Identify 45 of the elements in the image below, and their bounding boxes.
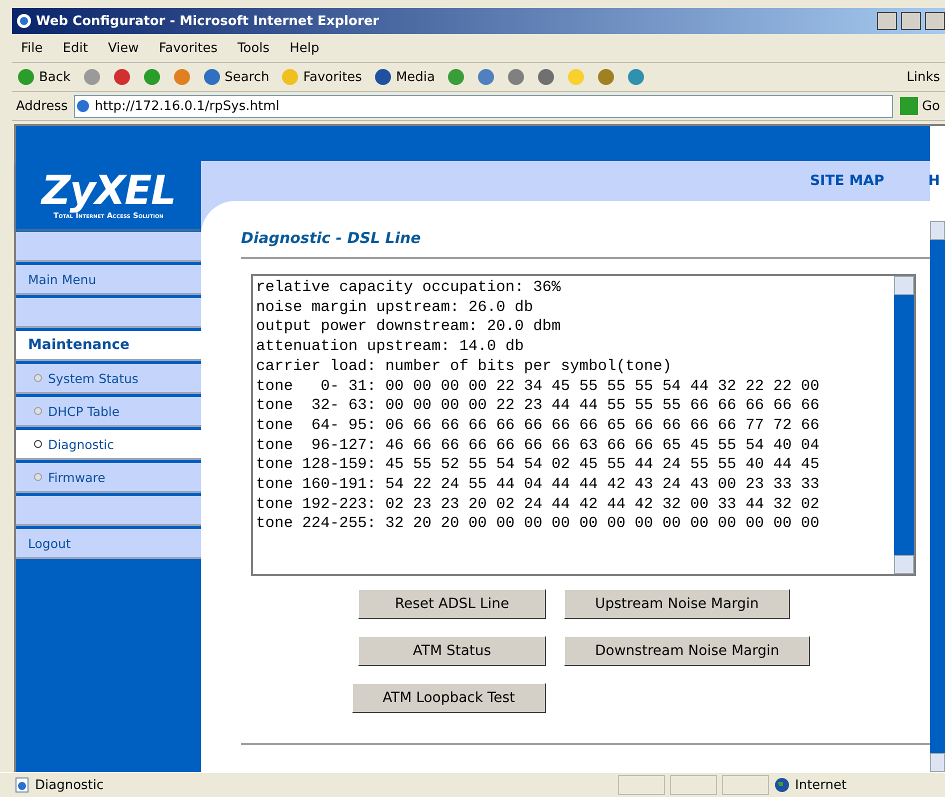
menu-item[interactable]: Help — [280, 40, 328, 56]
status-pane — [722, 775, 769, 795]
page-icon — [74, 98, 91, 114]
page-icon — [14, 777, 30, 793]
page-title: Diagnostic - DSL Line — [241, 229, 930, 259]
go-button[interactable]: Go — [894, 95, 945, 117]
toolbar-button[interactable]: Back — [12, 66, 76, 88]
page-scrollbar[interactable] — [930, 221, 945, 772]
links-button[interactable]: Links — [902, 68, 945, 86]
output-box[interactable]: relative capacity occupation: 36% noise margin upstream: 26.0 db output power downstream: 20.0 dbm attenuation upstream: 14.0 db carrier load: number of bits per symbol(tone) tone 0- 31: 00 00 00 00 22 34 45 55 55 55 54 44 32 22 22 00 tone 32- 63: 00 00 00 00 22 23 44 44 55 55 55 66 66 66 66 66 tone 64- 95: 06 66 66 66 66 66 66 66 65 66 66 66 66 77 72 66 tone 96-127: 46 66 66 66 66 66 66 63 66 66 65 45 55 54 40 04 tone 128-159: 45 55 52 55 54 54 02 45 55 44 24 55 55 40 44 45 tone 160-191: 54 22 24 55 44 04 44 44 42 43 24 43 00 23 33 33 tone 192-223: 02 23 23 20 02 24 44 42 44 42 32 00 33 44 32 02 tone 224-255: 32 20 20 00 00 00 00 00 00 00 00 00 00 00 00 00 — [251, 274, 916, 576]
toolbar-button[interactable]: Media — [368, 66, 440, 88]
address-label: Address — [15, 98, 69, 114]
status-pane — [618, 775, 665, 795]
action-button[interactable]: Reset ADSL Line — [358, 589, 546, 619]
action-button[interactable]: Downstream Noise Margin — [564, 636, 810, 666]
close-button[interactable] — [925, 12, 945, 30]
globe-icon — [774, 777, 790, 793]
menu-item[interactable]: Edit — [54, 40, 97, 56]
action-button[interactable]: ATM Status — [358, 636, 546, 666]
scrollbar[interactable] — [894, 276, 914, 574]
minimize-button[interactable] — [877, 12, 897, 30]
sidebar-item[interactable]: System Status — [16, 364, 201, 394]
sidebar-item[interactable]: Firmware — [16, 463, 201, 493]
menu-item[interactable]: View — [98, 40, 148, 56]
top-link[interactable]: SITE MAP — [810, 173, 884, 189]
browser-icon — [16, 13, 32, 29]
zone-text: Internet — [795, 778, 848, 792]
sidebar-item[interactable]: Main Menu — [16, 265, 201, 295]
action-button[interactable]: ATM Loopback Test — [352, 683, 546, 713]
sidebar-item[interactable]: Logout — [16, 529, 201, 559]
sidebar-item[interactable]: DHCP Table — [16, 397, 201, 427]
window-title: Web Configurator - Microsoft Internet Explorer — [36, 14, 380, 28]
toolbar-button[interactable]: Favorites — [276, 66, 367, 88]
action-button[interactable]: Upstream Noise Margin — [564, 589, 790, 619]
maximize-button[interactable] — [901, 12, 921, 30]
status-pane — [670, 775, 717, 795]
menu-item[interactable]: File — [12, 40, 52, 56]
status-text: Diagnostic — [35, 778, 105, 792]
menu-item[interactable]: Tools — [228, 40, 279, 56]
toolbar-button[interactable]: Search — [198, 66, 274, 88]
top-link[interactable]: H — [928, 173, 940, 189]
menu-item[interactable]: Favorites — [150, 40, 227, 56]
sidebar-item[interactable]: Diagnostic — [16, 430, 201, 460]
address-field[interactable]: http://172.16.0.1/rpSys.html — [74, 94, 893, 118]
sidebar-section[interactable]: Maintenance — [16, 331, 201, 361]
